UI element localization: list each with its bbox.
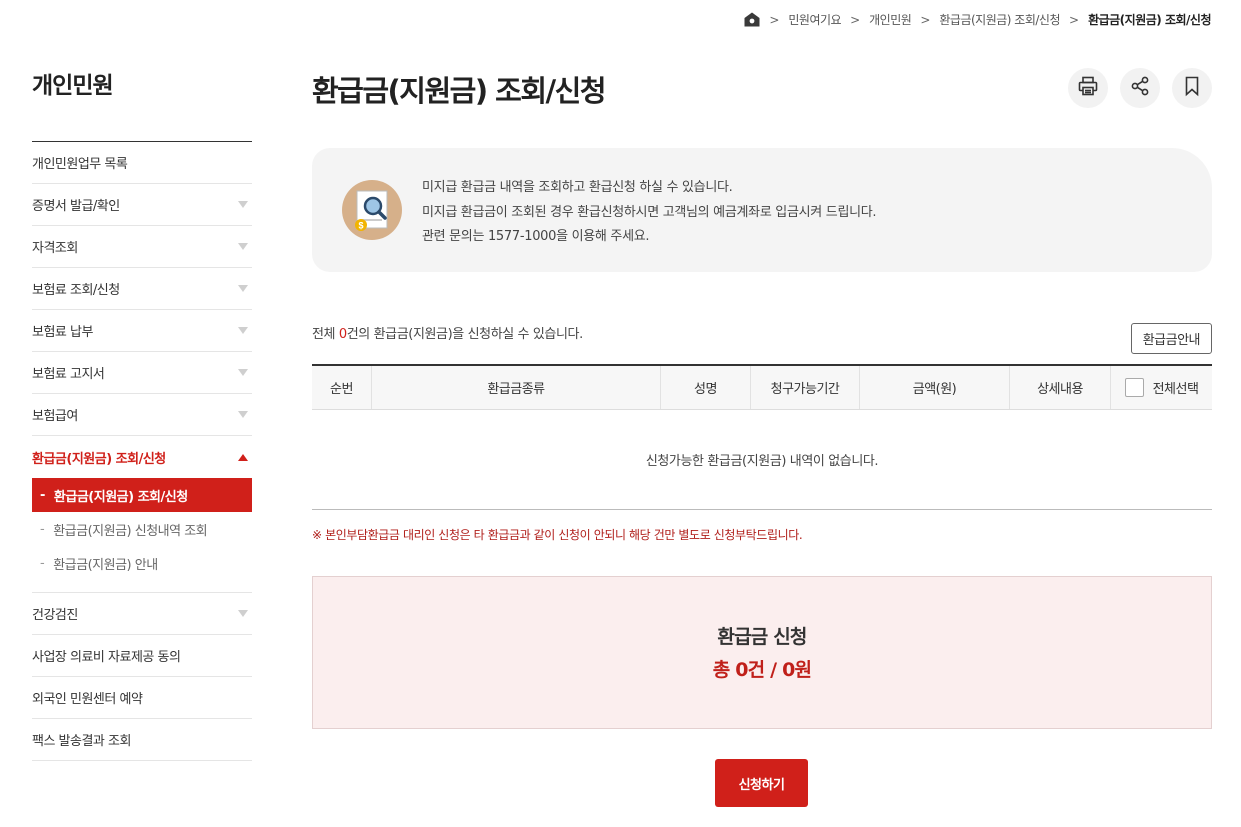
sidebar-item-list[interactable]: 개인민원업무 목록 (32, 142, 252, 184)
chevron-right-icon: > (850, 12, 861, 27)
share-button[interactable] (1120, 68, 1160, 108)
sidebar-item-label: 사업장 의료비 자료제공 동의 (32, 650, 181, 665)
info-box: $ 미지급 환급금 내역을 조회하고 환급신청 하실 수 있습니다. 미지급 환… (312, 148, 1212, 272)
sidebar-item-label: 보험료 고지서 (32, 367, 105, 382)
page-title: 환급금(지원금) 조회/신청 (312, 74, 607, 108)
submenu-item-label: 환급금(지원금) 조회/신청 (53, 489, 188, 505)
refund-table: 순번 환급금종류 성명 청구가능기간 금액(원) 상세내용 전체선택 신청가능한… (312, 364, 1212, 510)
summary-title: 환급금 신청 (717, 626, 807, 648)
column-header: 순번 (312, 366, 372, 409)
chevron-right-icon: > (920, 12, 931, 27)
sidebar-item-label: 건강검진 (32, 608, 78, 623)
sidebar-item-certificate[interactable]: 증명서 발급/확인 (32, 184, 252, 226)
sidebar-item-foreigner-center[interactable]: 외국인 민원센터 예약 (32, 677, 252, 719)
submenu-item-refund-inquiry[interactable]: - 환급금(지원금) 조회/신청 (32, 478, 252, 512)
sidebar-item-label: 보험료 납부 (32, 325, 93, 340)
sidebar-item-label: 증명서 발급/확인 (32, 199, 120, 214)
sidebar-submenu: - 환급금(지원금) 조회/신청 - 환급금(지원금) 신청내역 조회 - 환급금(지… (32, 478, 252, 593)
sidebar-item-benefits[interactable]: 보험급여 (32, 394, 252, 436)
refund-summary: 환급금 신청 총 0건 / 0원 (312, 576, 1212, 729)
sidebar-item-refund[interactable]: 환급금(지원금) 조회/신청 (32, 436, 252, 478)
chevron-up-icon (238, 453, 248, 461)
breadcrumb-item[interactable]: 민원여기요 (788, 11, 841, 28)
sidebar-item-fax-result[interactable]: 팩스 발송결과 조회 (32, 719, 252, 761)
sidebar-item-label: 개인민원업무 목록 (32, 157, 128, 172)
count-prefix: 전체 (312, 327, 339, 342)
sidebar-item-eligibility[interactable]: 자격조회 (32, 226, 252, 268)
column-header: 금액(원) (860, 366, 1010, 409)
column-header: 환급금종류 (372, 366, 661, 409)
select-all-checkbox[interactable] (1124, 378, 1144, 397)
sidebar: 개인민원 개인민원업무 목록 증명서 발급/확인 자격조회 보험료 조회/신청 … (32, 66, 252, 761)
sidebar-item-label: 환급금(지원금) 조회/신청 (32, 451, 166, 467)
column-header: 성명 (661, 366, 751, 409)
breadcrumb-item[interactable]: 개인민원 (869, 11, 912, 28)
sidebar-item-premium-inquiry[interactable]: 보험료 조회/신청 (32, 268, 252, 310)
chevron-down-icon (238, 201, 248, 208)
sidebar-item-premium-notice[interactable]: 보험료 고지서 (32, 352, 252, 394)
sidebar-item-label: 자격조회 (32, 241, 78, 256)
sidebar-item-label: 팩스 발송결과 조회 (32, 734, 131, 749)
chevron-down-icon (238, 369, 248, 376)
share-icon (1129, 75, 1151, 101)
chevron-down-icon (238, 285, 248, 292)
chevron-down-icon (238, 327, 248, 334)
apply-button[interactable]: 신청하기 (715, 759, 808, 807)
home-icon[interactable] (744, 12, 760, 28)
summary-total: 총 0건 / 0원 (712, 659, 812, 681)
breadcrumb-current: 환급금(지원금) 조회/신청 (1088, 13, 1211, 27)
count-number: 0 (338, 327, 347, 342)
sidebar-item-premium-payment[interactable]: 보험료 납부 (32, 310, 252, 352)
submenu-item-refund-guide[interactable]: - 환급금(지원금) 안내 (32, 546, 252, 580)
refund-guide-button[interactable]: 환급금안내 (1130, 323, 1212, 354)
chevron-right-icon: > (769, 12, 780, 27)
refund-search-icon: $ (342, 180, 402, 240)
page-actions (1068, 68, 1212, 108)
svg-text:$: $ (358, 221, 363, 231)
sidebar-title: 개인민원 (32, 66, 252, 142)
chevron-down-icon (238, 411, 248, 418)
breadcrumb-item[interactable]: 환급금(지원금) 조회/신청 (939, 11, 1060, 28)
submenu-item-label: 환급금(지원금) 안내 (53, 557, 158, 573)
dash-icon: - (40, 555, 45, 571)
result-count: 전체 0건의 환급금(지원금)을 신청하실 수 있습니다. (312, 323, 583, 342)
info-line: 미지급 환급금 내역을 조회하고 환급신청 하실 수 있습니다. (422, 180, 733, 195)
column-header: 청구가능기간 (751, 366, 860, 409)
select-all-label[interactable]: 전체선택 (1153, 378, 1199, 397)
table-header: 순번 환급금종류 성명 청구가능기간 금액(원) 상세내용 전체선택 (312, 366, 1212, 410)
select-all-header: 전체선택 (1111, 366, 1212, 409)
bookmark-button[interactable] (1172, 68, 1212, 108)
print-icon (1077, 75, 1099, 101)
chevron-right-icon: > (1069, 12, 1080, 27)
print-button[interactable] (1068, 68, 1108, 108)
sidebar-item-label: 보험료 조회/신청 (32, 283, 120, 298)
info-line: 관련 문의는 1577-1000을 이용해 주세요. (422, 229, 650, 244)
sidebar-item-medical-data-consent[interactable]: 사업장 의료비 자료제공 동의 (32, 635, 252, 677)
sidebar-item-label: 보험급여 (32, 409, 78, 424)
sidebar-item-label: 외국인 민원센터 예약 (32, 692, 143, 707)
column-header: 상세내용 (1010, 366, 1111, 409)
info-line: 미지급 환급금이 조회된 경우 환급신청하시면 고객님의 예금계좌로 입금시켜 … (422, 204, 877, 220)
submenu-item-refund-history[interactable]: - 환급금(지원금) 신청내역 조회 (32, 512, 252, 546)
count-suffix: 건의 환급금(지원금)을 신청하실 수 있습니다. (346, 327, 583, 342)
bookmark-icon (1181, 75, 1203, 101)
chevron-down-icon (238, 243, 248, 250)
dash-icon: - (40, 487, 45, 503)
sidebar-item-checkup[interactable]: 건강검진 (32, 593, 252, 635)
dash-icon: - (40, 521, 45, 537)
notice-text: ※ 본인부담환급금 대리인 신청은 타 환급금과 같이 신청이 안되니 해당 건… (312, 528, 803, 542)
info-text: 미지급 환급금 내역을 조회하고 환급신청 하실 수 있습니다. 미지급 환급금… (422, 176, 877, 250)
submenu-item-label: 환급금(지원금) 신청내역 조회 (53, 523, 208, 539)
breadcrumb: > 민원여기요 > 개인민원 > 환급금(지원금) 조회/신청 > 환급금(지원… (744, 11, 1211, 28)
table-empty-message: 신청가능한 환급금(지원금) 내역이 없습니다. (312, 410, 1212, 510)
chevron-down-icon (238, 610, 248, 617)
